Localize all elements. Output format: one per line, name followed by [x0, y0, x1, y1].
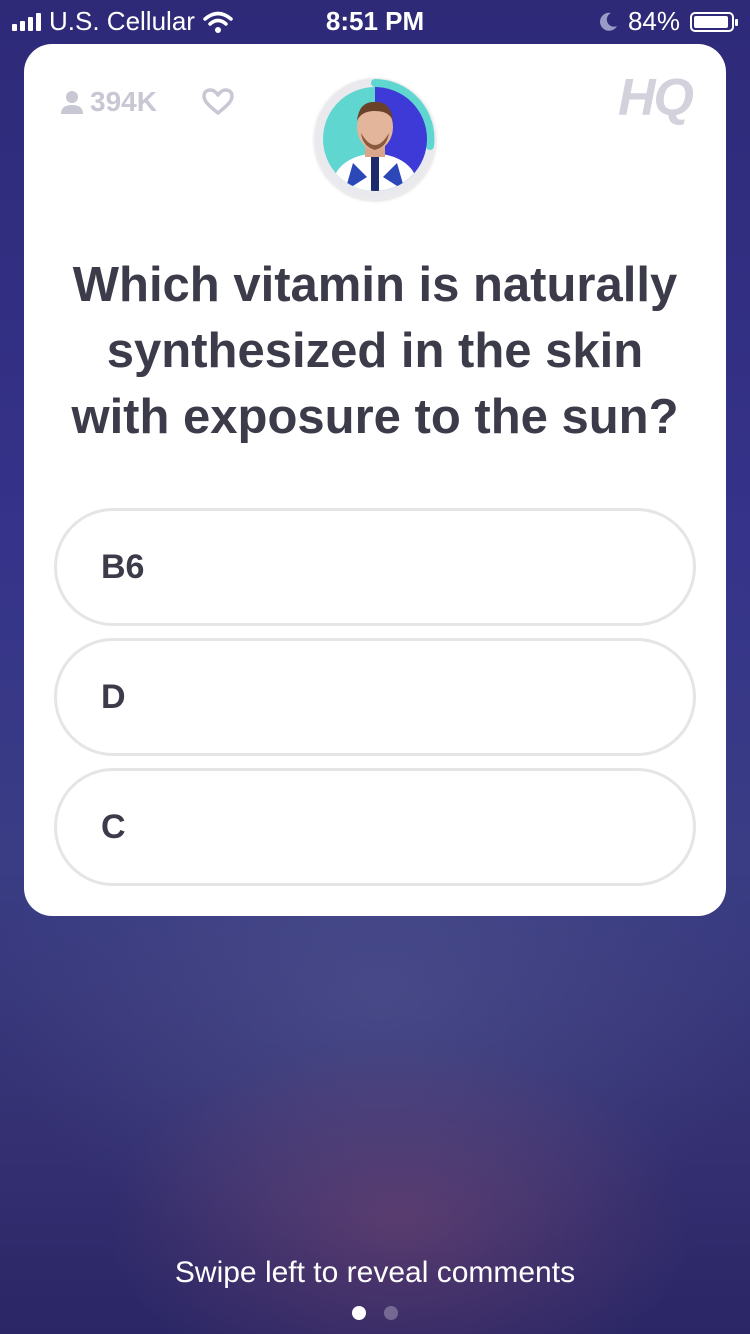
- answer-label: D: [101, 677, 126, 716]
- status-right: 84%: [598, 6, 738, 37]
- host-avatar: [314, 78, 436, 200]
- battery-icon: [690, 11, 738, 32]
- viewer-count-label: 394K: [90, 86, 157, 117]
- answer-option-1[interactable]: B6: [54, 508, 696, 626]
- answer-label: B6: [101, 547, 145, 586]
- question-card: 394K HQ Which vitamin is naturally synth…: [24, 44, 726, 916]
- viewer-count: 394K: [60, 86, 157, 118]
- page-indicator[interactable]: [352, 1306, 398, 1320]
- battery-percent: 84%: [627, 6, 680, 36]
- answer-label: C: [101, 807, 126, 846]
- page-dot[interactable]: [384, 1306, 398, 1320]
- page-dot-active[interactable]: [352, 1306, 366, 1320]
- hq-logo: HQ: [618, 69, 694, 127]
- person-icon: [61, 91, 83, 114]
- swipe-hint: Swipe left to reveal comments: [174, 1256, 576, 1289]
- do-not-disturb-icon: [600, 12, 617, 31]
- answer-option-3[interactable]: C: [54, 768, 696, 886]
- answer-option-2[interactable]: D: [54, 638, 696, 756]
- host-photo: [323, 87, 427, 191]
- heart-icon[interactable]: [202, 88, 234, 116]
- question-text: Which vitamin is naturally synthesized i…: [71, 258, 679, 444]
- status-bar: U.S. Cellular 8:51 PM 84%: [0, 0, 750, 40]
